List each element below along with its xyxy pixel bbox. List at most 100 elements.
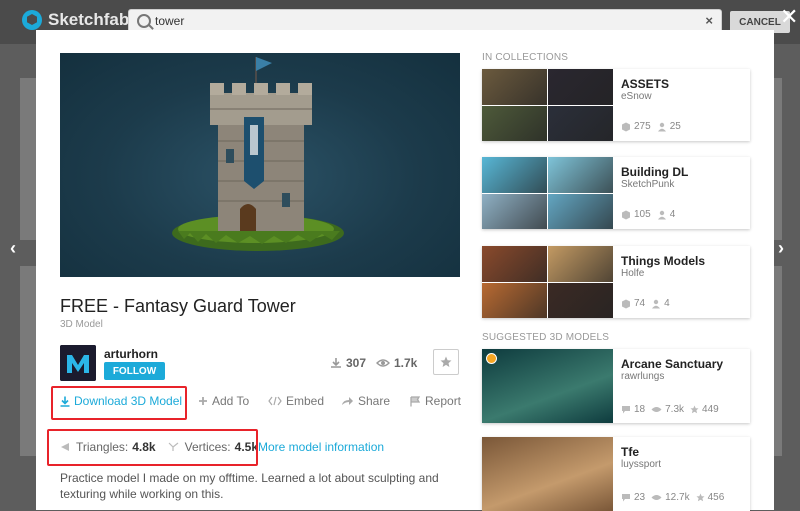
background-card	[774, 78, 782, 240]
collection-thumbnail	[482, 105, 547, 141]
background-card	[20, 78, 36, 240]
previous-arrow-icon[interactable]: ‹	[10, 238, 16, 259]
collection-thumbnails	[482, 246, 613, 318]
collection-thumbnail	[548, 193, 613, 229]
close-modal-icon[interactable]: ✕	[780, 4, 798, 30]
share-button[interactable]: Share	[341, 394, 390, 408]
sketchfab-logo-icon	[22, 10, 42, 30]
author-avatar[interactable]	[60, 345, 96, 381]
collection-owner[interactable]: Holfe	[621, 268, 644, 279]
collection-owner[interactable]: SketchPunk	[621, 179, 674, 190]
star-icon	[440, 356, 452, 367]
embed-label: Embed	[286, 394, 325, 408]
collection-follower-count: 4	[669, 209, 676, 220]
collection-thumbnail	[548, 157, 613, 193]
search-icon	[137, 14, 151, 28]
clear-search-icon[interactable]: ×	[705, 13, 713, 28]
sketchfab-logo[interactable]: Sketchfab	[22, 10, 129, 30]
collection-model-count: 105	[634, 209, 651, 220]
view-count-value: 1.7k	[394, 356, 418, 370]
collection-follower-count: 25	[669, 121, 681, 132]
next-arrow-icon[interactable]: ›	[778, 238, 784, 259]
collection-card[interactable]: Building DL SketchPunk 105 4	[482, 157, 750, 229]
star-icon	[696, 493, 705, 502]
star-icon	[690, 405, 699, 414]
staff-pick-badge-icon	[486, 353, 497, 364]
collection-follower-count: 4	[664, 298, 670, 309]
collection-thumbnail	[482, 69, 547, 105]
plus-icon	[199, 397, 207, 405]
share-label: Share	[358, 394, 391, 408]
model-popup: FREE - Fantasy Guard Tower 3D Model artu…	[36, 30, 774, 511]
search-input[interactable]	[155, 14, 675, 28]
collections-heading: IN COLLECTIONS	[482, 52, 569, 63]
suggested-model-stats: 18 7.3k 449	[621, 404, 719, 415]
like-count: 449	[702, 404, 719, 415]
author-avatar-logo	[60, 345, 96, 381]
suggested-model-name[interactable]: Tfe	[621, 445, 639, 459]
author-name[interactable]: arturhorn	[104, 347, 158, 361]
suggested-model-thumbnail	[482, 349, 613, 423]
like-count: 456	[707, 492, 725, 503]
share-icon	[342, 397, 353, 405]
download-count-icon	[331, 358, 341, 368]
cubes-icon	[622, 299, 630, 308]
more-model-info-link[interactable]: More model information	[258, 440, 384, 454]
collection-thumbnail	[548, 69, 613, 105]
collection-name[interactable]: ASSETS	[621, 77, 669, 91]
collection-model-count: 275	[634, 121, 651, 132]
collection-thumbnails	[482, 157, 613, 229]
model-description: Practice model I made on my offtime. Lea…	[60, 471, 439, 501]
report-label: Report	[425, 394, 462, 408]
collection-card[interactable]: Things Models Holfe 74 4	[482, 246, 750, 318]
geometry-highlight-box	[47, 429, 258, 466]
report-button[interactable]: Report	[410, 394, 461, 408]
collection-card[interactable]: ASSETS eSnow 275 25	[482, 69, 750, 141]
collection-model-count: 74	[634, 298, 646, 309]
model-type-label: 3D Model	[60, 319, 103, 330]
add-to-label: Add To	[212, 394, 250, 408]
cubes-icon	[622, 122, 630, 131]
collection-thumbnail	[482, 193, 547, 229]
suggested-heading: SUGGESTED 3D MODELS	[482, 332, 610, 343]
comment-icon	[622, 406, 630, 414]
download-highlight-box	[51, 386, 187, 420]
cubes-icon	[622, 210, 630, 219]
collection-thumbnail	[482, 282, 547, 318]
tower-model-render	[172, 57, 344, 251]
followers-icon	[657, 210, 666, 219]
logo-text: Sketchfab	[48, 10, 130, 29]
collection-thumbnail	[548, 282, 613, 318]
comment-count: 23	[634, 492, 646, 503]
suggested-model-card[interactable]: Arcane Sanctuary rawrlungs 18 7.3k 449	[482, 349, 750, 423]
comment-count: 18	[634, 404, 646, 415]
suggested-model-author[interactable]: rawrlungs	[621, 371, 664, 382]
collection-stats: 74 4	[621, 298, 670, 309]
followers-icon	[652, 299, 661, 308]
model-viewer[interactable]	[60, 53, 460, 277]
eye-icon	[651, 407, 662, 412]
collection-name[interactable]: Building DL	[621, 165, 688, 179]
download-count-value: 307	[346, 356, 367, 370]
embed-button[interactable]: Embed	[268, 394, 324, 408]
suggested-model-name[interactable]: Arcane Sanctuary	[621, 357, 723, 371]
add-to-button[interactable]: Add To	[198, 394, 249, 408]
collection-thumbnail	[548, 246, 613, 282]
follow-button[interactable]: FOLLOW	[104, 362, 165, 380]
collection-thumbnail	[482, 157, 547, 193]
view-count: 1.7k	[376, 356, 417, 370]
collection-name[interactable]: Things Models	[621, 254, 705, 268]
view-count: 7.3k	[665, 404, 685, 415]
collection-stats: 275 25	[621, 121, 681, 132]
background-card	[20, 266, 36, 456]
collection-thumbnail	[548, 105, 613, 141]
suggested-model-author[interactable]: luyssport	[621, 459, 661, 470]
like-button[interactable]	[433, 349, 459, 375]
view-count: 12.7k	[665, 492, 690, 503]
collection-stats: 105 4	[621, 209, 675, 220]
background-card	[774, 266, 782, 456]
eye-icon	[376, 359, 390, 367]
flag-icon	[410, 395, 421, 406]
collection-owner[interactable]: eSnow	[621, 91, 652, 102]
suggested-model-stats: 23 12.7k 456	[621, 492, 724, 503]
